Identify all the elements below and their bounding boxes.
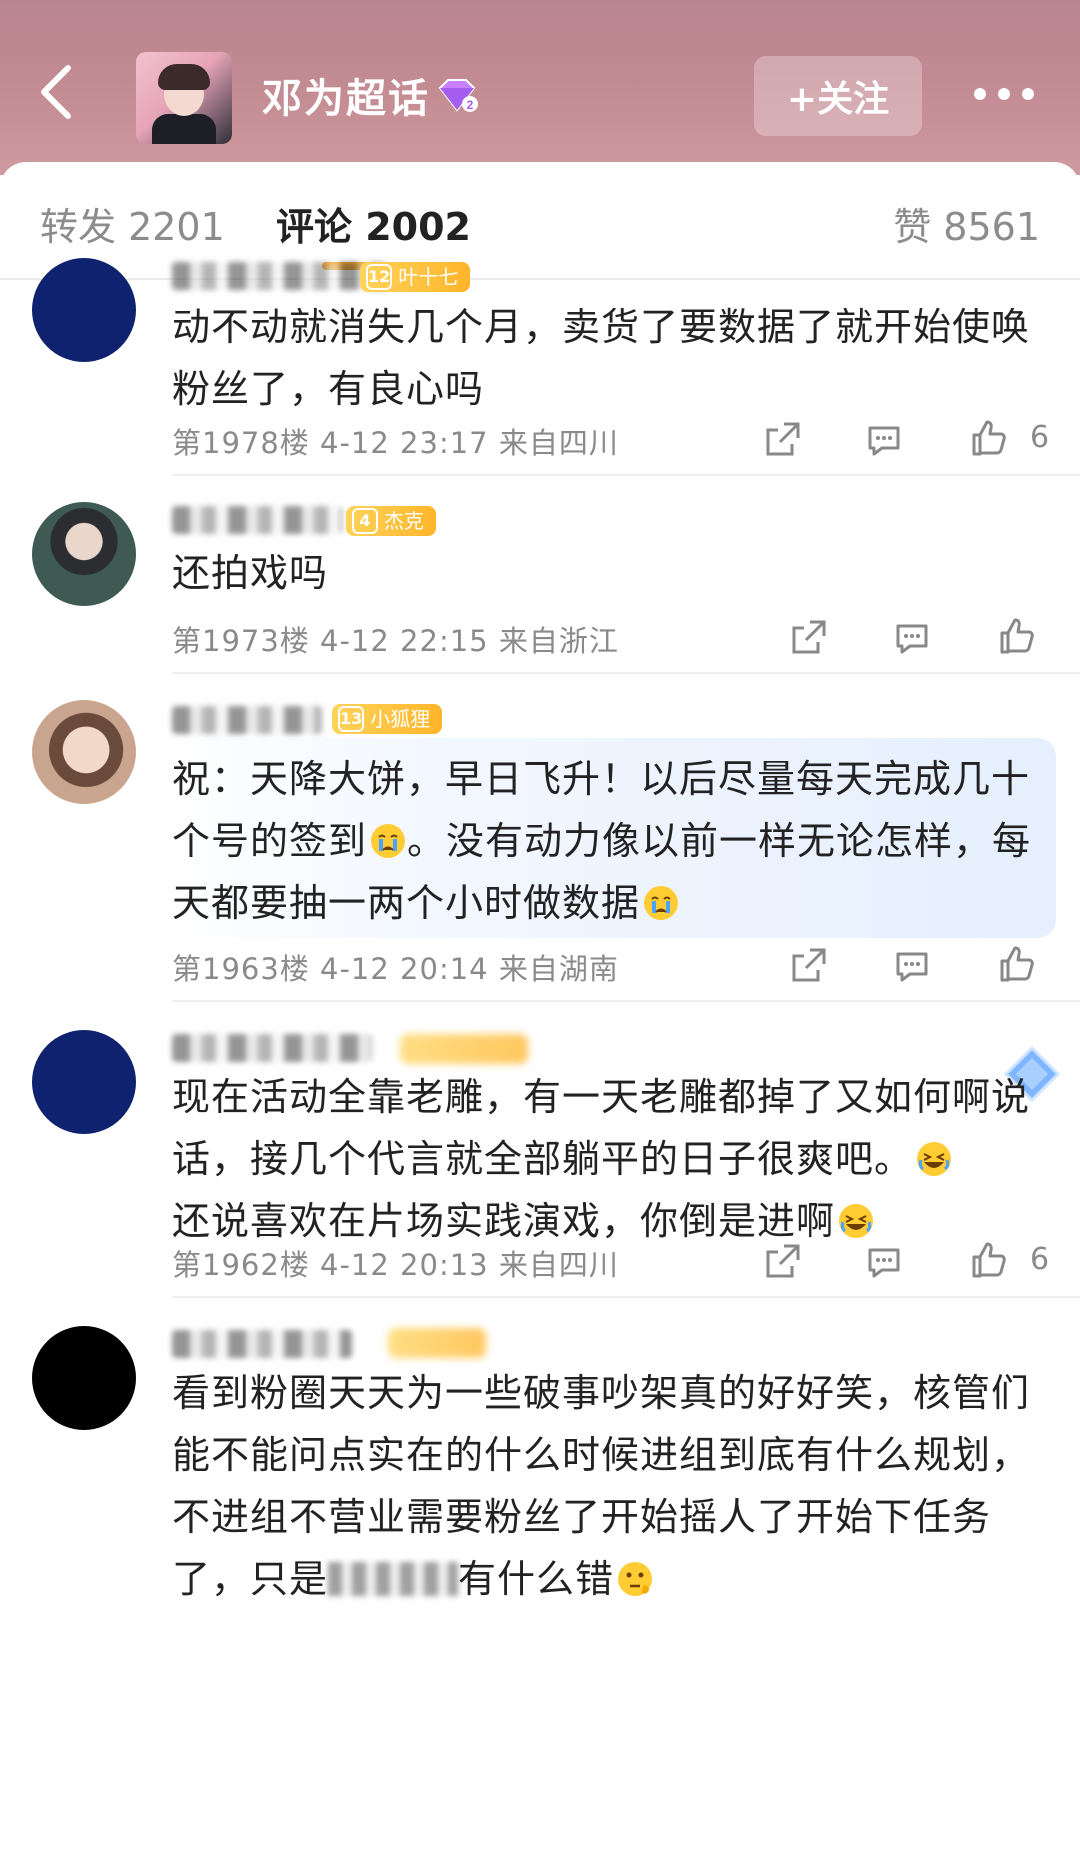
thumbs-up-icon[interactable]: [996, 616, 1036, 656]
comment-icon[interactable]: [892, 618, 932, 658]
username-redacted[interactable]: [172, 706, 322, 734]
crying-emoji-icon: [371, 824, 406, 858]
fan-badge-level: 12: [366, 264, 393, 290]
fan-badge-name: 杰克: [384, 509, 424, 533]
thinking-emoji-icon: [618, 1562, 653, 1596]
follow-button[interactable]: +关注: [754, 56, 922, 136]
avatar[interactable]: [32, 502, 136, 606]
laughing-emoji-icon: [839, 1204, 874, 1238]
fan-badge[interactable]: 12 叶十七: [360, 262, 471, 292]
fan-badge-redacted[interactable]: [388, 1328, 486, 1358]
crying-emoji-icon: [644, 886, 679, 920]
avatar[interactable]: [32, 700, 136, 804]
fan-badge-level: 13: [338, 706, 365, 732]
redacted-text: [328, 1562, 459, 1596]
comment-text: 祝：天降大饼，早日飞升！以后尽量每天完成几十个号的签到 。没有动力像以前一样无论怎…: [172, 748, 1052, 934]
tab-bar: 转发 2201 评论 2002 赞 8561: [0, 162, 1080, 280]
comment-icon[interactable]: [892, 946, 932, 986]
comment-text: 现在活动全靠老雕，有一天老雕都掉了又如何啊说话，接几个代言就全部躺平的日子很爽吧…: [172, 1066, 1052, 1252]
svg-text:2: 2: [467, 98, 474, 112]
fan-badge[interactable]: 13 小狐狸: [332, 704, 443, 734]
gem-icon: 2: [438, 79, 478, 112]
fan-badge-name: 叶十七: [398, 265, 459, 289]
thumbs-up-icon[interactable]: [968, 418, 1008, 458]
tab-reposts[interactable]: 转发 2201: [40, 196, 225, 251]
back-icon[interactable]: [36, 62, 76, 122]
topic-avatar[interactable]: [136, 52, 232, 144]
laughing-emoji-icon: [917, 1142, 952, 1176]
share-icon[interactable]: [762, 1242, 802, 1282]
comment-meta: 第1963楼 4-12 20:14 来自湖南: [172, 952, 619, 986]
comment-meta: 第1978楼 4-12 23:17 来自四川: [172, 426, 619, 460]
avatar[interactable]: [32, 1326, 136, 1430]
share-icon[interactable]: [788, 618, 828, 658]
comment-icon[interactable]: [864, 420, 904, 460]
comment-icon[interactable]: [864, 1242, 904, 1282]
share-icon[interactable]: [788, 946, 828, 986]
thumbs-up-icon[interactable]: [968, 1240, 1008, 1280]
topic-title[interactable]: 邓为超话: [262, 66, 430, 124]
comment-text-part: 现在活动全靠老雕，有一天老雕都掉了又如何啊说话，接几个代言就全部躺平的日子很爽吧…: [172, 1075, 1031, 1181]
username-redacted[interactable]: [172, 506, 342, 534]
divider: [172, 672, 1080, 674]
avatar[interactable]: [32, 258, 136, 362]
comment-meta: 第1962楼 4-12 20:13 来自四川: [172, 1248, 619, 1282]
comment-meta: 第1973楼 4-12 22:15 来自浙江: [172, 624, 619, 658]
like-count: 6: [1030, 420, 1050, 455]
share-icon[interactable]: [762, 420, 802, 460]
comment-text: 看到粉圈天天为一些破事吵架真的好好笑，核管们能不能问点实在的什么时候进组到底有什…: [172, 1362, 1052, 1610]
topic-header: 邓为超话 2 +关注: [0, 0, 1080, 175]
comment-text: 动不动就消失几个月，卖货了要数据了就开始使唤粉丝了，有良心吗: [172, 305, 1031, 411]
username-redacted[interactable]: [172, 262, 392, 290]
comment-text: 还拍戏吗: [172, 551, 329, 595]
more-icon[interactable]: [972, 84, 1036, 104]
username-redacted[interactable]: [172, 1034, 372, 1062]
divider: [172, 474, 1080, 476]
divider: [172, 1296, 1080, 1298]
username-redacted[interactable]: [172, 1330, 352, 1358]
fan-badge[interactable]: 4 杰克: [346, 506, 436, 536]
avatar[interactable]: [32, 1030, 136, 1134]
tab-comments[interactable]: 评论 2002: [276, 196, 471, 251]
thumbs-up-icon[interactable]: [996, 944, 1036, 984]
divider: [172, 1000, 1080, 1002]
comment-text-part: 还说喜欢在片场实践演戏，你倒是进啊: [172, 1199, 836, 1243]
tab-likes[interactable]: 赞 8561: [893, 196, 1040, 251]
fan-badge-name: 小狐狸: [370, 707, 431, 731]
comment-text-part: 有什么错: [458, 1557, 615, 1601]
like-count: 6: [1030, 1242, 1050, 1277]
fan-badge-level: 4: [352, 508, 378, 534]
fan-badge-redacted[interactable]: [400, 1034, 528, 1064]
